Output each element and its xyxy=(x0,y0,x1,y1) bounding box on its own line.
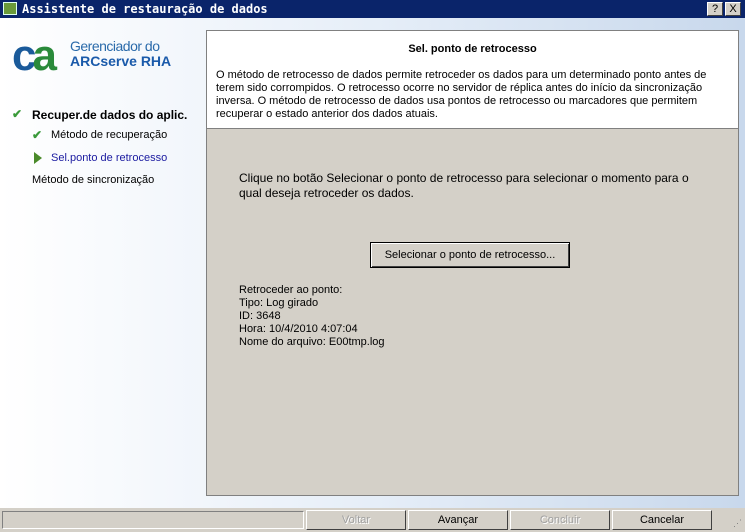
button-bar: Voltar Avançar Concluir Cancelar ⋰ xyxy=(0,508,745,532)
info-id: ID: 3648 xyxy=(239,310,281,322)
step-recovery-method: Método de recuperação xyxy=(51,129,168,141)
info-heading: Retroceder ao ponto: xyxy=(239,284,343,296)
checkmark-icon: ✔ xyxy=(32,128,43,142)
cancel-button[interactable]: Cancelar xyxy=(612,510,712,530)
status-field xyxy=(2,511,304,529)
window-title: Assistente de restauração de dados xyxy=(22,2,268,16)
rewind-point-info: Retroceder ao ponto: Tipo: Log girado ID… xyxy=(239,284,385,349)
help-button[interactable]: ? xyxy=(707,2,723,16)
resize-grip-icon[interactable]: ⋰ xyxy=(733,518,742,529)
info-type: Tipo: Log girado xyxy=(239,297,319,309)
current-step-arrow-icon xyxy=(34,152,42,164)
info-time: Hora: 10/4/2010 4:07:04 xyxy=(239,323,358,335)
logo-line2: ARCserve RHA xyxy=(70,53,172,69)
ca-logo: ca Gerenciador do ARCserve RHA xyxy=(12,31,172,80)
panel-header: Sel. ponto de retrocesso O método de ret… xyxy=(207,31,738,129)
back-button[interactable]: Voltar xyxy=(306,510,406,530)
app-icon xyxy=(3,2,17,15)
step-rewind-point: Sel.ponto de retrocesso xyxy=(51,152,168,164)
close-button[interactable]: X xyxy=(725,2,741,16)
finish-button[interactable]: Concluir xyxy=(510,510,610,530)
logo-line1: Gerenciador do xyxy=(70,38,160,54)
content-panel: Sel. ponto de retrocesso O método de ret… xyxy=(206,30,739,496)
instruction-text: Clique no botão Selecionar o ponto de re… xyxy=(239,171,689,200)
checkmark-icon: ✔ xyxy=(12,107,23,121)
panel-description: O método de retrocesso de dados permite … xyxy=(216,69,707,120)
select-rewind-point-button[interactable]: Selecionar o ponto de retrocesso... xyxy=(370,242,570,268)
title-bar: Assistente de restauração de dados ? X xyxy=(0,0,745,18)
panel-title: Sel. ponto de retrocesso xyxy=(408,43,537,55)
info-filename: Nome do arquivo: E00tmp.log xyxy=(239,336,385,348)
step-app-data-recovery: Recuper.de dados do aplic. xyxy=(32,108,188,122)
next-button[interactable]: Avançar xyxy=(408,510,508,530)
step-sync-method: Método de sincronização xyxy=(32,174,155,186)
